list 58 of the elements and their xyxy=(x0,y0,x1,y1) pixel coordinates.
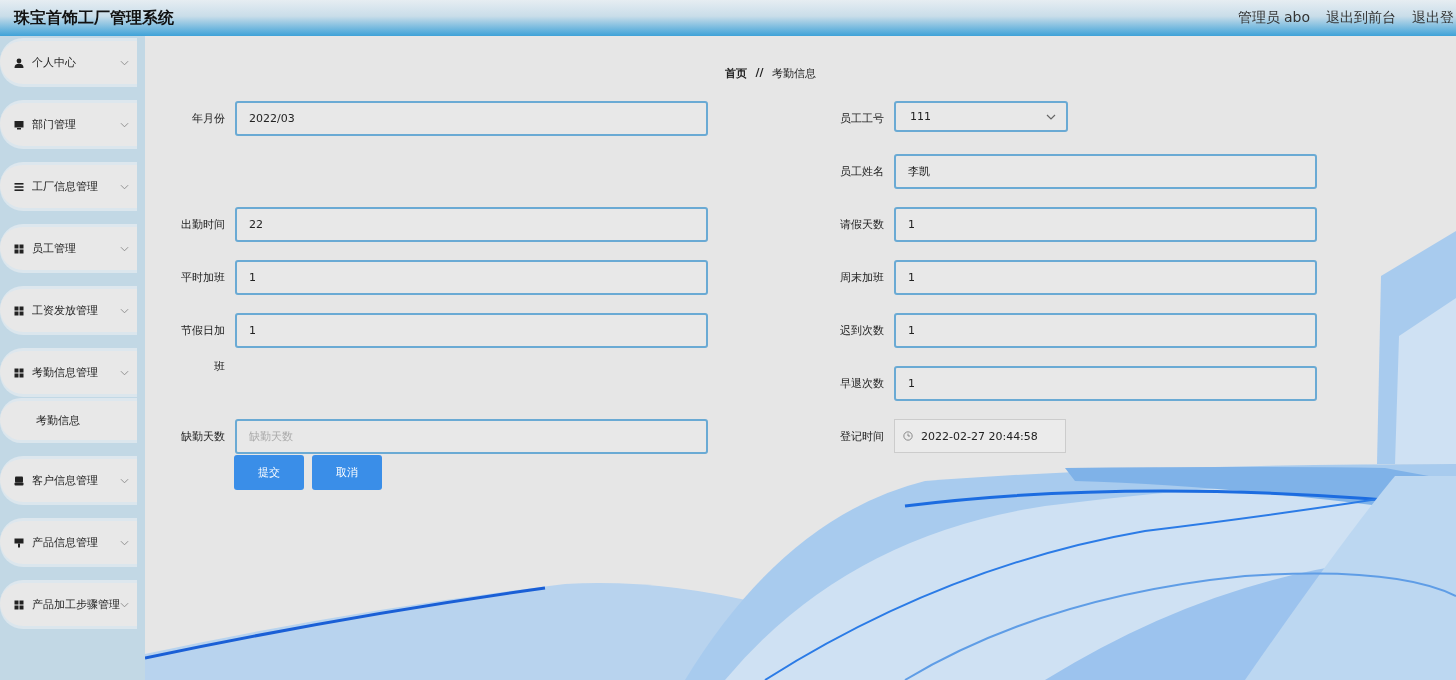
sidebar-item[interactable]: 产品信息管理 xyxy=(0,518,137,564)
input-field[interactable]: 1 xyxy=(894,207,1317,242)
list-icon xyxy=(14,181,24,192)
datetime-field[interactable]: 2022-02-27 20:44:58 xyxy=(894,419,1066,453)
header-link[interactable]: 退出登 xyxy=(1412,9,1454,27)
input-field[interactable]: 1 xyxy=(235,260,708,295)
field-label: 请假天数 xyxy=(839,217,884,233)
person-icon xyxy=(14,57,24,68)
chevron-down-icon xyxy=(120,369,129,376)
sidebar-item[interactable]: 工资发放管理 xyxy=(0,286,137,332)
input-field[interactable]: 2022/03 xyxy=(235,101,708,136)
breadcrumb-home[interactable]: 首页 xyxy=(725,66,748,81)
breadcrumb-current: 考勤信息 xyxy=(771,66,816,81)
chevron-down-icon xyxy=(120,307,129,314)
field-label: 平时加班 xyxy=(180,270,225,286)
breadcrumb-separator: // xyxy=(755,66,764,81)
sidebar-item[interactable]: 客户信息管理 xyxy=(0,456,137,502)
sidebar-item[interactable]: 工厂信息管理 xyxy=(0,162,137,208)
field-label: 早退次数 xyxy=(839,376,884,392)
field-label: 缺勤天数 xyxy=(180,429,225,445)
input-field[interactable]: 1 xyxy=(894,366,1317,401)
field-label: 迟到次数 xyxy=(839,323,884,339)
grid-icon xyxy=(14,599,24,610)
field-label: 登记时间 xyxy=(839,429,884,445)
monitor-icon xyxy=(14,119,24,130)
sidebar-subitem[interactable]: 考勤信息 xyxy=(0,398,137,440)
input-field[interactable]: 22 xyxy=(235,207,708,242)
field-label: 年月份 xyxy=(191,111,225,127)
grid-icon xyxy=(14,367,24,378)
chevron-down-icon xyxy=(120,601,129,608)
app-title: 珠宝首饰工厂管理系统 xyxy=(14,7,174,29)
select-field[interactable]: 111 xyxy=(894,101,1068,132)
sidebar-item[interactable]: 部门管理 xyxy=(0,100,137,146)
chevron-down-icon xyxy=(120,539,129,546)
input-field[interactable]: 1 xyxy=(235,313,708,348)
sidebar-item[interactable]: 员工管理 xyxy=(0,224,137,270)
chevron-down-icon xyxy=(120,59,129,66)
field-label: 出勤时间 xyxy=(180,217,225,233)
chevron-down-icon xyxy=(120,183,129,190)
sidebar-item[interactable]: 考勤信息管理 xyxy=(0,348,137,394)
user-label: 管理员 abo xyxy=(1237,9,1310,27)
sidebar-item[interactable]: 产品加工步骤管理 xyxy=(0,580,137,626)
input-field[interactable]: 1 xyxy=(894,260,1317,295)
chevron-down-icon xyxy=(120,477,129,484)
field-label: 节假日加班 xyxy=(180,323,225,375)
chevron-down-icon xyxy=(1046,113,1056,120)
input-field[interactable]: 李凯 xyxy=(894,154,1317,189)
field-label: 周末加班 xyxy=(839,270,884,286)
chevron-down-icon xyxy=(120,121,129,128)
sidebar-item[interactable]: 个人中心 xyxy=(0,38,137,84)
header-link[interactable]: 退出到前台 xyxy=(1326,9,1396,27)
field-label: 员工姓名 xyxy=(839,164,884,180)
input-field[interactable]: 1 xyxy=(894,313,1317,348)
grid-icon xyxy=(14,305,24,316)
clock-icon xyxy=(903,431,913,441)
chevron-down-icon xyxy=(120,245,129,252)
field-label: 员工工号 xyxy=(839,111,884,127)
grid-icon xyxy=(14,243,24,254)
